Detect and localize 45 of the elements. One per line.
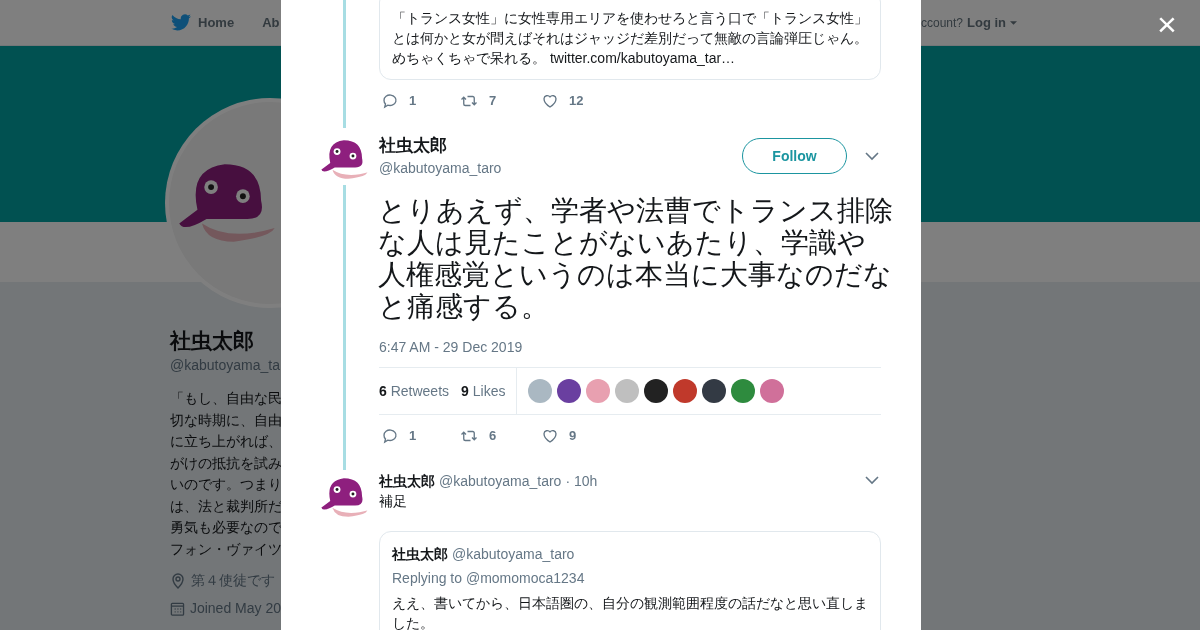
tweet-text: とりあえず、学者や法曹でトランス排除 な人は見たことがないあたり、学識や 人権感覚というのは本当に大事なのだな と痛感する。 [378,195,893,323]
liker-avatar[interactable] [644,379,669,403]
login-link[interactable]: Log in [967,12,1007,33]
author-name: 社虫太郎 [392,545,448,564]
close-button[interactable]: × [1154,8,1180,40]
profile-joined: Joined May 20 [189,599,281,618]
nav-link[interactable]: Home [198,12,235,33]
retweets-stat[interactable]: 6 Retweets [379,380,450,402]
chevron-down-icon[interactable] [865,152,879,161]
tweet-text: 補足 [379,492,407,511]
author-handle: @kabutoyama_taro [452,545,575,564]
quoted-tweet-card[interactable]: 社虫太郎 @kabutoyama_taro Replying to @momomoca1234 ええ、書いてから、日本語圏の、自分の観測範囲程度の話だなと思い直しました。 [379,531,881,630]
likes-stat[interactable]: 9 Likes [461,380,506,402]
nav-link[interactable]: Ab [262,12,280,33]
location-pin-icon [170,572,186,589]
profile-bio: 「もし、自由な民 切な時期に、自由 に立ち上がれば、 がけの抵抗を試み いのです。つまり は、法と裁判所だ 勇気も必要なので フォン・ヴァイツ [170,390,281,559]
like-count: 9 [569,427,577,446]
profile-location: 第４使徒です [191,571,275,590]
quoted-tweet-text: 「トランス女性」に女性専用エリアを使わせろと言う口で「トランス女性」 とは何かと女が問えばそれはジャッジだ差別だって無敵の言論弾圧じゃん。 めちゃくちゃで呆れる。 twitter.com/kabutoyama_tar… [392,9,868,68]
author-name[interactable]: 社虫太郎 [379,471,435,492]
reply-count: 1 [409,427,417,446]
replying-to-text: Replying to @momomoca1234 [392,569,586,588]
liker-avatar[interactable] [557,379,582,403]
reply-icon[interactable] [381,427,399,445]
retweet-count: 7 [489,92,497,111]
author-name[interactable]: 社虫太郎 [379,135,447,157]
chevron-down-icon[interactable] [865,476,879,485]
reply-icon[interactable] [381,92,399,110]
tweet-time[interactable]: · 10h [565,471,598,492]
retweet-count: 6 [489,427,497,446]
like-count: 12 [569,92,584,111]
liker-avatar[interactable] [702,379,727,403]
author-handle[interactable]: @kabutoyama_taro [379,159,502,177]
profile-handle: @kabutoyama_ta [170,356,281,374]
author-handle[interactable]: @kabutoyama_taro [439,471,562,492]
profile-name: 社虫太郎 [170,328,255,354]
quoted-tweet-card[interactable]: 「トランス女性」に女性専用エリアを使わせろと言う口で「トランス女性」 とは何かと女が問えばそれはジャッジだ差別だって無敵の言論弾圧じゃん。 めちゃくちゃで呆れる。 twitter.com/kabutoyama_tar… [379,0,881,80]
reply-count: 1 [409,92,417,111]
caret-icon[interactable] [1010,20,1018,25]
tweet-timestamp[interactable]: 6:47 AM - 29 Dec 2019 [379,337,523,358]
heart-icon[interactable] [541,92,559,110]
calendar-icon [170,600,185,617]
heart-icon[interactable] [541,427,559,445]
quoted-tweet-text: ええ、書いてから、日本語圏の、自分の観測範囲程度の話だなと思い直しました。 [392,594,868,630]
account-prompt: ccount? [921,14,964,32]
